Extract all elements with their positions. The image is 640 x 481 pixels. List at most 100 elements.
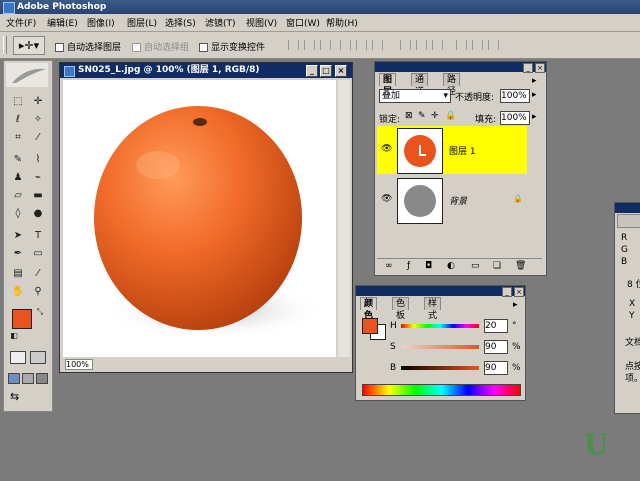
fill-input[interactable]: 100% — [500, 111, 530, 125]
info-panel-tab[interactable] — [617, 214, 640, 228]
align-right-icon[interactable] — [372, 40, 383, 50]
menu-layer[interactable]: 图层(L) — [127, 16, 157, 29]
auto-select-layer-checkbox[interactable] — [55, 43, 64, 52]
opacity-slider-arrow-icon[interactable]: ▸ — [532, 90, 537, 100]
brightness-slider[interactable] — [401, 366, 479, 370]
tab-layers[interactable]: 图层 — [379, 73, 397, 97]
visibility-eye-icon[interactable]: 👁 — [381, 144, 392, 154]
color-panel-header[interactable]: _ × — [356, 286, 525, 297]
menu-edit[interactable]: 编辑(E) — [47, 16, 78, 29]
align-left-icon[interactable] — [340, 40, 351, 50]
menu-filter[interactable]: 滤镜(T) — [205, 16, 236, 29]
zoom-tool-icon[interactable]: ⚲ — [30, 285, 46, 299]
align-vcenter-icon[interactable] — [304, 40, 315, 50]
menu-window[interactable]: 窗口(W) — [286, 16, 320, 29]
zoom-level[interactable]: 100% — [65, 359, 93, 370]
align-hcenter-icon[interactable] — [356, 40, 367, 50]
distribute-right-icon[interactable] — [488, 40, 499, 50]
layers-panel-close-button[interactable]: × — [535, 63, 545, 73]
path-selection-tool-icon[interactable]: ➤ — [10, 229, 26, 243]
new-group-icon[interactable]: ▭ — [471, 261, 480, 271]
distribute-top-icon[interactable] — [400, 40, 411, 50]
healing-brush-tool-icon[interactable]: ✎ — [10, 153, 26, 167]
minimize-button[interactable]: _ — [306, 65, 318, 77]
magic-wand-tool-icon[interactable]: ✧ — [30, 113, 46, 127]
layer-row-background[interactable]: 👁 背景 🔒 — [377, 176, 527, 224]
swap-colors-icon[interactable]: ⤡ — [32, 305, 48, 319]
standard-mode-icon[interactable] — [10, 351, 26, 364]
hue-slider[interactable] — [401, 324, 479, 328]
menu-file[interactable]: 文件(F) — [6, 16, 36, 29]
tab-channels[interactable]: 通道 — [411, 73, 429, 97]
hand-tool-icon[interactable]: ✋ — [10, 285, 26, 299]
crop-tool-icon[interactable]: ⌗ — [10, 131, 26, 145]
document-canvas[interactable] — [63, 80, 336, 357]
color-fg-swatch[interactable] — [362, 318, 378, 334]
fill-slider-arrow-icon[interactable]: ▸ — [532, 112, 537, 122]
distribute-left-icon[interactable] — [456, 40, 467, 50]
default-colors-icon[interactable]: ◧ — [6, 329, 22, 343]
eraser-tool-icon[interactable]: ▱ — [10, 189, 26, 203]
menu-view[interactable]: 视图(V) — [246, 16, 277, 29]
brightness-input[interactable]: 90 — [484, 361, 508, 375]
align-top-icon[interactable] — [288, 40, 299, 50]
move-tool-preset-button[interactable]: ▸✛▾ — [13, 36, 45, 55]
delete-layer-icon[interactable]: 🗑 — [515, 261, 526, 271]
tab-color[interactable]: 颜色 — [360, 297, 378, 321]
slice-tool-icon[interactable]: ⁄ — [30, 131, 46, 145]
blend-mode-select[interactable]: 叠加 ▾ — [379, 89, 451, 103]
show-transform-checkbox[interactable] — [199, 43, 208, 52]
quick-mask-mode-icon[interactable] — [30, 351, 46, 364]
lock-transparent-icon[interactable]: ⊠ — [405, 111, 413, 121]
lock-all-icon[interactable]: 🔒 — [445, 111, 456, 121]
vertical-scrollbar[interactable] — [338, 80, 350, 357]
lock-position-icon[interactable]: ✛ — [431, 111, 439, 121]
layers-panel-menu-icon[interactable]: ▸ — [532, 76, 537, 86]
distribute-bottom-icon[interactable] — [432, 40, 443, 50]
close-button[interactable]: × — [335, 65, 347, 77]
menu-help[interactable]: 帮助(H) — [326, 16, 358, 29]
screen-mode-standard-icon[interactable] — [8, 373, 20, 384]
auto-select-layer-option[interactable]: 自动选择图层 — [55, 40, 121, 53]
tab-swatches[interactable]: 色板 — [392, 297, 410, 321]
document-title-bar[interactable]: SN025_L.jpg @ 100% (图层 1, RGB/8) _ □ × — [60, 63, 352, 78]
hue-input[interactable]: 20 — [484, 319, 508, 333]
menu-image[interactable]: 图像(I) — [87, 16, 115, 29]
screen-mode-full-icon[interactable] — [36, 373, 48, 384]
foreground-color-swatch[interactable] — [12, 309, 32, 329]
layers-panel-minimize-button[interactable]: _ — [523, 63, 533, 73]
layer-row-layer1[interactable]: 👁 图层 1 — [377, 126, 527, 174]
color-panel-close-button[interactable]: × — [514, 287, 524, 297]
marquee-tool-icon[interactable]: ⬚ — [10, 95, 26, 109]
lock-image-icon[interactable]: ✎ — [418, 111, 426, 121]
pen-tool-icon[interactable]: ✒ — [10, 247, 26, 261]
visibility-eye-icon[interactable]: 👁 — [381, 194, 392, 204]
blur-tool-icon[interactable]: ◊ — [10, 207, 26, 221]
color-ramp[interactable] — [362, 384, 521, 396]
menu-select[interactable]: 选择(S) — [165, 16, 196, 29]
tab-paths[interactable]: 路径 — [443, 73, 461, 97]
adjustment-layer-icon[interactable]: ◐ — [447, 261, 455, 271]
history-brush-tool-icon[interactable]: ⌁ — [30, 171, 46, 185]
lasso-tool-icon[interactable]: ℓ — [10, 113, 26, 127]
shape-tool-icon[interactable]: ▭ — [30, 247, 46, 261]
clone-stamp-tool-icon[interactable]: ♟ — [10, 171, 26, 185]
add-mask-icon[interactable]: ◘ — [425, 261, 432, 271]
saturation-slider[interactable] — [401, 345, 479, 349]
opacity-input[interactable]: 100% — [500, 89, 530, 103]
move-tool-icon[interactable]: ✛ — [30, 95, 46, 109]
align-bottom-icon[interactable] — [320, 40, 331, 50]
dodge-tool-icon[interactable]: ● — [30, 207, 46, 221]
layers-panel-header[interactable]: _ × — [375, 62, 546, 73]
link-layers-icon[interactable]: ∞ — [385, 261, 393, 271]
new-layer-icon[interactable]: ❏ — [493, 261, 501, 271]
distribute-hcenter-icon[interactable] — [472, 40, 483, 50]
color-panel-minimize-button[interactable]: _ — [502, 287, 512, 297]
eyedropper-tool-icon[interactable]: ⁄ — [30, 267, 46, 281]
imageready-jump-icon[interactable]: ⇆ — [10, 391, 44, 403]
type-tool-icon[interactable]: T — [30, 229, 46, 243]
notes-tool-icon[interactable]: ▤ — [10, 267, 26, 281]
screen-mode-menu-icon[interactable] — [22, 373, 34, 384]
maximize-button[interactable]: □ — [320, 65, 332, 77]
layer-style-icon[interactable]: ƒ — [407, 261, 410, 271]
